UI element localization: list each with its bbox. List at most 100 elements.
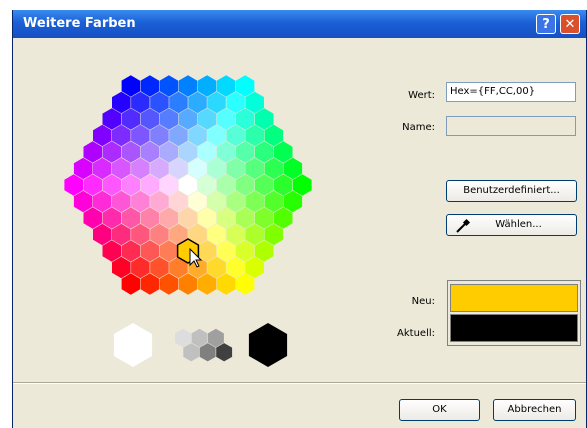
- palette-swatch[interactable]: [207, 157, 226, 180]
- gray-swatch[interactable]: [113, 323, 153, 367]
- palette-swatch[interactable]: [159, 108, 179, 130]
- palette-swatch[interactable]: [83, 174, 103, 196]
- palette-swatch[interactable]: [216, 141, 236, 163]
- palette-swatch[interactable]: [159, 273, 179, 295]
- palette-swatch[interactable]: [254, 108, 274, 130]
- palette-swatch[interactable]: [102, 240, 122, 262]
- palette-swatch[interactable]: [140, 240, 160, 262]
- palette-swatch[interactable]: [159, 75, 179, 97]
- close-button[interactable]: ✕: [560, 14, 580, 34]
- palette-swatch[interactable]: [131, 91, 150, 114]
- palette-swatch[interactable]: [102, 108, 122, 130]
- palette-swatch[interactable]: [216, 108, 236, 130]
- palette-swatch[interactable]: [150, 190, 169, 213]
- palette-swatch[interactable]: [264, 190, 284, 213]
- palette-swatch[interactable]: [121, 207, 141, 229]
- palette-swatch[interactable]: [112, 190, 131, 213]
- palette-swatch[interactable]: [131, 124, 150, 147]
- palette-swatch[interactable]: [83, 207, 103, 229]
- palette-swatch[interactable]: [140, 108, 160, 130]
- palette-swatch[interactable]: [216, 240, 236, 262]
- palette-swatch[interactable]: [274, 141, 293, 163]
- palette-swatch[interactable]: [178, 75, 198, 97]
- palette-swatch[interactable]: [197, 108, 217, 130]
- palette-swatch[interactable]: [140, 141, 160, 163]
- gray-swatch[interactable]: [183, 343, 200, 362]
- palette-swatch[interactable]: [121, 75, 141, 97]
- palette-swatch[interactable]: [245, 256, 264, 279]
- palette-swatch[interactable]: [197, 141, 217, 163]
- help-button[interactable]: ?: [536, 14, 556, 34]
- palette-swatch[interactable]: [150, 223, 169, 246]
- palette-swatch[interactable]: [274, 174, 293, 196]
- palette-swatch[interactable]: [169, 91, 188, 114]
- palette-swatch[interactable]: [121, 174, 141, 196]
- palette-swatch[interactable]: [207, 124, 226, 147]
- custom-button[interactable]: Benutzerdefiniert...: [446, 180, 577, 202]
- palette-swatch[interactable]: [197, 207, 217, 229]
- palette-swatch[interactable]: [197, 174, 217, 196]
- palette-swatch[interactable]: [83, 141, 103, 163]
- palette-swatch[interactable]: [245, 223, 264, 246]
- palette-swatch[interactable]: [207, 256, 226, 279]
- palette-swatch[interactable]: [197, 240, 217, 262]
- palette-swatch[interactable]: [140, 174, 160, 196]
- palette-swatch[interactable]: [121, 141, 141, 163]
- palette-swatch[interactable]: [102, 207, 122, 229]
- palette-swatch[interactable]: [93, 190, 112, 213]
- palette-swatch[interactable]: [188, 124, 207, 147]
- wert-field[interactable]: Hex={FF,CC,00}: [446, 82, 576, 102]
- palette-swatch[interactable]: [264, 223, 284, 246]
- palette-swatch[interactable]: [150, 124, 169, 147]
- palette-swatch[interactable]: [140, 207, 160, 229]
- palette-swatch[interactable]: [102, 141, 122, 163]
- palette-swatch[interactable]: [178, 207, 198, 229]
- palette-swatch[interactable]: [178, 174, 198, 196]
- palette-swatch[interactable]: [216, 75, 236, 97]
- palette-swatch[interactable]: [235, 207, 255, 229]
- palette-swatch[interactable]: [169, 157, 188, 180]
- gray-swatch[interactable]: [175, 328, 191, 348]
- palette-swatch[interactable]: [188, 91, 207, 114]
- name-field[interactable]: [446, 116, 576, 136]
- palette-swatch[interactable]: [283, 157, 303, 180]
- palette-swatch[interactable]: [235, 240, 255, 262]
- palette-swatch[interactable]: [207, 223, 226, 246]
- palette-swatch[interactable]: [197, 75, 217, 97]
- palette-swatch[interactable]: [254, 174, 274, 196]
- palette-swatch[interactable]: [283, 190, 303, 213]
- palette-swatch[interactable]: [131, 190, 150, 213]
- palette-swatch[interactable]: [235, 273, 255, 295]
- palette-swatch[interactable]: [197, 273, 217, 295]
- color-palette[interactable]: [43, 65, 343, 375]
- palette-swatch[interactable]: [159, 174, 179, 196]
- palette-swatch[interactable]: [178, 108, 198, 130]
- palette-swatch[interactable]: [169, 124, 188, 147]
- gray-swatch[interactable]: [191, 328, 208, 348]
- palette-swatch[interactable]: [131, 157, 150, 180]
- palette-swatch[interactable]: [254, 240, 274, 262]
- ok-button[interactable]: OK: [399, 399, 480, 421]
- palette-swatch[interactable]: [93, 124, 112, 147]
- gray-swatch[interactable]: [248, 323, 288, 367]
- palette-swatch[interactable]: [254, 141, 274, 163]
- palette-swatch[interactable]: [159, 141, 179, 163]
- palette-swatch[interactable]: [140, 75, 160, 97]
- palette-swatch[interactable]: [235, 75, 255, 97]
- palette-swatch[interactable]: [121, 108, 141, 130]
- palette-swatch[interactable]: [159, 240, 179, 262]
- palette-swatch[interactable]: [226, 190, 245, 213]
- palette-swatch[interactable]: [207, 91, 226, 114]
- palette-swatch[interactable]: [216, 273, 236, 295]
- palette-swatch[interactable]: [274, 207, 293, 229]
- gray-swatch[interactable]: [199, 343, 216, 362]
- palette-swatch[interactable]: [112, 157, 131, 180]
- palette-swatch[interactable]: [121, 273, 141, 295]
- palette-swatch[interactable]: [131, 256, 150, 279]
- palette-swatch[interactable]: [245, 157, 264, 180]
- palette-swatch[interactable]: [235, 174, 255, 196]
- palette-swatch[interactable]: [293, 174, 312, 196]
- palette-swatch[interactable]: [112, 223, 131, 246]
- palette-swatch[interactable]: [121, 240, 141, 262]
- palette-swatch[interactable]: [235, 108, 255, 130]
